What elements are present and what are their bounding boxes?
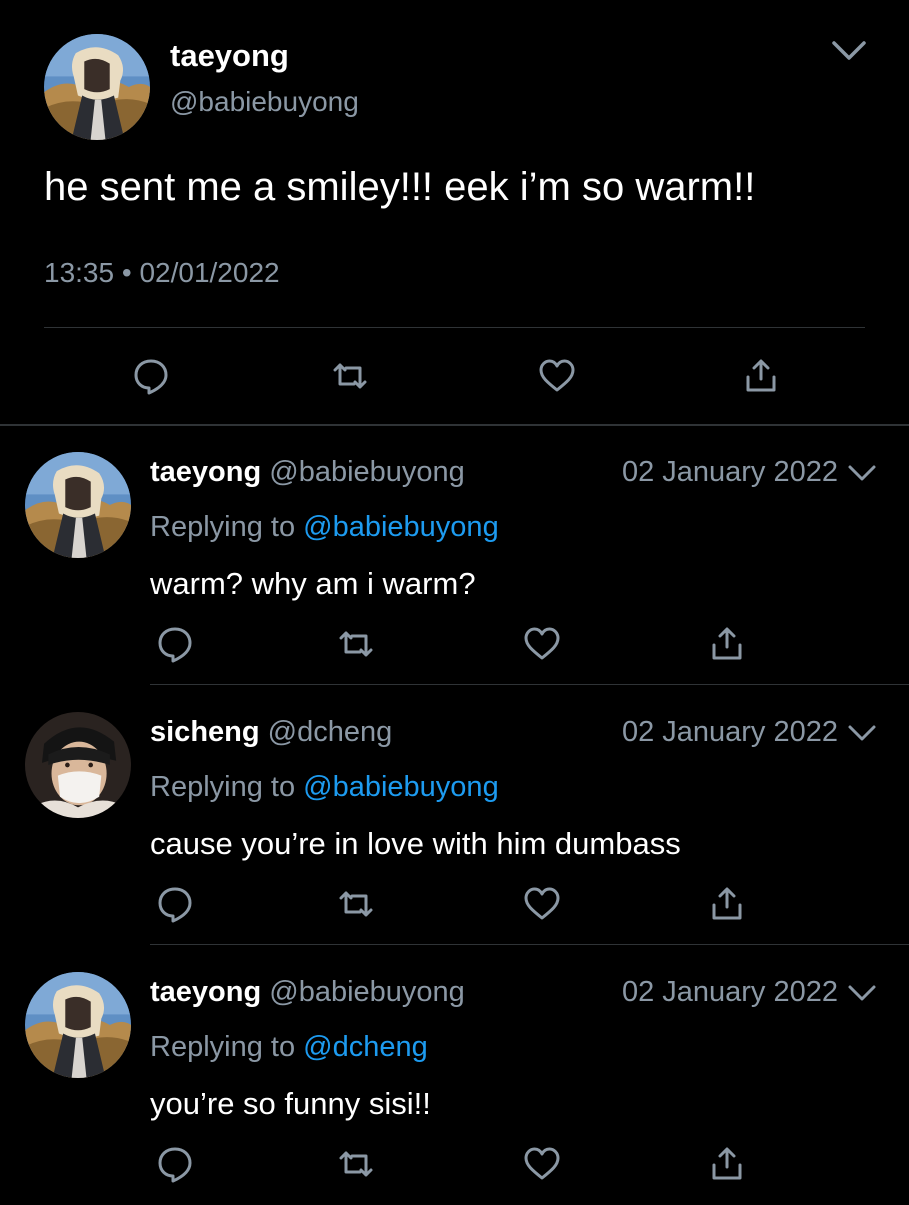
share-button[interactable] [707,884,747,924]
like-icon [524,887,560,920]
share-icon [712,1147,742,1180]
meta-separator: • [121,257,132,288]
tweet-date: 02/01/2022 [139,257,280,288]
mention-link[interactable]: @dcheng [303,1031,428,1063]
reply-date[interactable]: 02 January 2022 [622,716,838,749]
like-icon [524,627,560,660]
chevron-down-icon[interactable] [847,723,877,743]
mention-link[interactable]: @babiebuyong [303,771,499,803]
chevron-down-icon[interactable] [847,463,877,483]
author-handle[interactable]: @babiebuyong [170,86,359,118]
author-name[interactable]: taeyong [170,38,289,74]
replying-to: Replying to @babiebuyong [150,511,499,544]
retweet-icon [339,891,373,917]
author-name[interactable]: taeyong [150,456,261,488]
reply-button[interactable] [155,1144,195,1184]
avatar[interactable] [25,712,131,818]
share-button[interactable] [707,624,747,664]
divider [44,327,865,328]
reply-tweet: taeyong @babiebuyong 02 January 2022 Rep… [0,426,909,685]
retweet-button[interactable] [330,356,370,396]
chevron-down-icon[interactable] [830,38,868,64]
replying-prefix: Replying to [150,1031,296,1063]
profile-photo-sicheng-icon [25,712,131,818]
author-name[interactable]: taeyong [150,976,261,1008]
profile-photo-taeyong-icon [25,452,131,558]
avatar[interactable] [25,972,131,1078]
retweet-button[interactable] [336,884,376,924]
reply-icon [158,887,192,923]
like-button[interactable] [522,624,562,664]
like-icon [539,359,575,392]
retweet-button[interactable] [336,624,376,664]
divider [150,944,909,945]
share-icon [712,887,742,920]
like-button[interactable] [522,1144,562,1184]
reply-button[interactable] [155,884,195,924]
mention-link[interactable]: @babiebuyong [303,511,499,543]
share-button[interactable] [707,1144,747,1184]
share-icon [746,359,776,392]
replying-to: Replying to @dcheng [150,1031,428,1064]
share-icon [712,627,742,660]
reply-tweet: sicheng @dcheng 02 January 2022 Replying… [0,686,909,945]
like-icon [524,1147,560,1180]
reply-header: taeyong @babiebuyong [150,976,465,1009]
author-handle[interactable]: @dcheng [268,716,393,748]
reply-date[interactable]: 02 January 2022 [622,456,838,489]
author-handle[interactable]: @babiebuyong [269,976,465,1008]
profile-photo-taeyong-icon [44,34,150,140]
author-name[interactable]: sicheng [150,716,260,748]
avatar[interactable] [25,452,131,558]
reply-header: sicheng @dcheng [150,716,392,749]
avatar[interactable] [44,34,150,140]
tweet-text: he sent me a smiley!!! eek i’m so warm!! [44,165,756,209]
reply-tweet: taeyong @babiebuyong 02 January 2022 Rep… [0,946,909,1205]
tweet-time: 13:35 [44,257,115,288]
tweet-text: you’re so funny sisi!! [150,1086,431,1121]
retweet-icon [339,1151,373,1177]
main-tweet: taeyong @babiebuyong he sent me a smiley… [0,0,909,425]
tweet-text: cause you’re in love with him dumbass [150,826,681,861]
divider [150,684,909,685]
like-button[interactable] [522,884,562,924]
tweet-timestamp[interactable]: 13:35 • 02/01/2022 [44,257,280,289]
reply-button[interactable] [155,624,195,664]
author-handle[interactable]: @babiebuyong [269,456,465,488]
like-button[interactable] [537,356,577,396]
reply-button[interactable] [131,356,171,396]
retweet-button[interactable] [336,1144,376,1184]
reply-icon [134,359,168,395]
replying-prefix: Replying to [150,771,296,803]
profile-photo-taeyong-icon [25,972,131,1078]
replying-prefix: Replying to [150,511,296,543]
reply-icon [158,627,192,663]
tweet-text: warm? why am i warm? [150,566,476,601]
reply-icon [158,1147,192,1183]
retweet-icon [333,363,367,389]
share-button[interactable] [741,356,781,396]
reply-header: taeyong @babiebuyong [150,456,465,489]
replying-to: Replying to @babiebuyong [150,771,499,804]
reply-date[interactable]: 02 January 2022 [622,976,838,1009]
retweet-icon [339,631,373,657]
chevron-down-icon[interactable] [847,983,877,1003]
